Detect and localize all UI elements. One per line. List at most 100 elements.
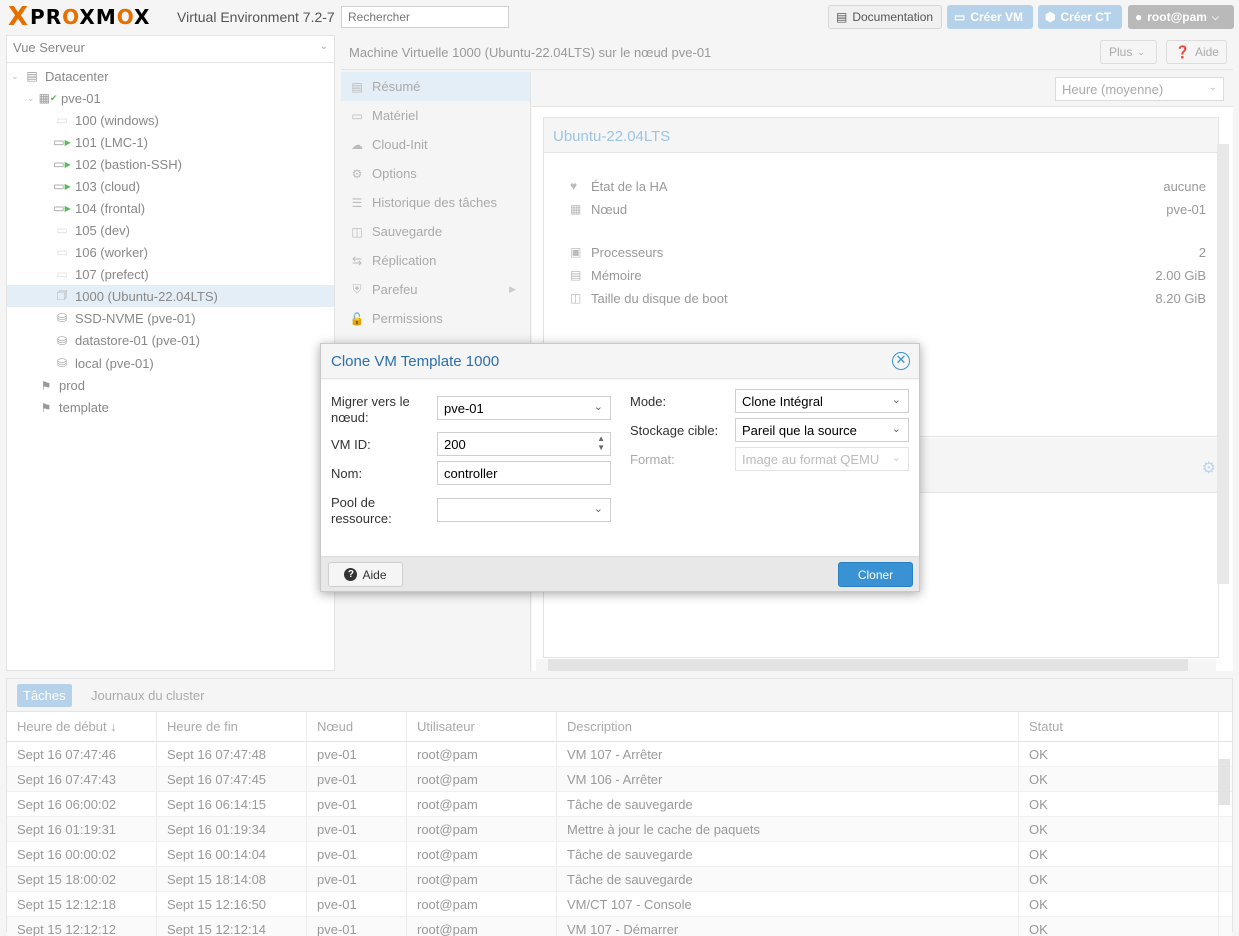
vm-stopped-icon: ▭ (56, 223, 68, 237)
scroll-thumb[interactable] (1217, 144, 1229, 584)
column-start-time[interactable]: Heure de début ↓ (7, 712, 157, 741)
column-status[interactable]: Statut (1019, 712, 1219, 741)
target-storage-label: Stockage cible: (630, 423, 719, 438)
tree-item-template-selected[interactable]: 🗇 1000 (Ubuntu-22.04LTS) (7, 285, 334, 307)
tree-item-vm[interactable]: ▭ ▶ 103 (cloud) (7, 175, 334, 197)
version-label: Virtual Environment 7.2-7 (177, 9, 335, 25)
column-node[interactable]: Nœud (307, 712, 407, 741)
table-row[interactable]: Sept 15 18:00:02 Sept 15 18:14:08 pve-01 ro… (7, 867, 1232, 892)
vm-stopped-icon: ▭ (56, 245, 68, 259)
summary-toolbar: Heure (moyenne) ⌄ (532, 72, 1233, 107)
close-icon[interactable]: ✕ (892, 352, 910, 370)
more-button[interactable]: Plus ⌄ (1100, 40, 1157, 64)
tree-item-vm[interactable]: ▭ 105 (dev) (7, 219, 334, 241)
tree-item-tag[interactable]: ⚑ prod (7, 375, 334, 397)
create-vm-button[interactable]: ▭ Créer VM (947, 5, 1033, 29)
vmid-label: VM ID: (331, 437, 371, 452)
column-end-time[interactable]: Heure de fin (157, 712, 307, 741)
tree-item-storage[interactable]: ⛁ local (pve-01) (7, 352, 334, 375)
tree-item-vm[interactable]: ▭ ▶ 104 (frontal) (7, 197, 334, 219)
table-row[interactable]: Sept 16 01:19:31 Sept 16 01:19:34 pve-01 ro… (7, 817, 1232, 842)
template-icon: 🗇 (56, 287, 68, 302)
monitor-icon: ▭ (954, 10, 966, 24)
table-row[interactable]: Sept 16 07:47:46 Sept 16 07:47:48 pve-01 ro… (7, 742, 1232, 767)
proxmox-logo[interactable]: X PROXMOX (8, 2, 150, 32)
table-row[interactable]: Sept 15 12:12:18 Sept 15 12:16:50 pve-01 ro… (7, 892, 1232, 917)
datacenter-icon: ▤ (26, 69, 38, 83)
name-label: Nom: (331, 466, 363, 481)
tab-cluster-logs[interactable]: Journaux du cluster (85, 684, 210, 707)
nav-item-hardware[interactable]: ▭ Matériel (341, 101, 530, 130)
name-field[interactable]: controller (437, 461, 611, 485)
tree-item-vm[interactable]: ▭ ▶ 102 (bastion-SSH) (7, 153, 334, 175)
nav-item-firewall[interactable]: ⛨ Parefeu ▶ (341, 275, 530, 304)
nav-item-cloud-init[interactable]: ☁ Cloud-Init (341, 130, 530, 159)
tree-item-vm[interactable]: ▭ 106 (worker) (7, 241, 334, 263)
memory-icon: ▤ (570, 268, 582, 282)
create-ct-button[interactable]: ⬢ Créer CT (1038, 5, 1122, 29)
search-input[interactable] (341, 6, 509, 28)
book-icon: ▤ (836, 10, 848, 24)
storage-icon: ⛁ (56, 356, 68, 371)
nav-item-summary[interactable]: ▤ Résumé (341, 72, 530, 101)
tree-item-storage[interactable]: ⛁ SSD-NVME (pve-01) (7, 307, 334, 330)
target-node-select[interactable]: pve-01 ⌄ (437, 396, 611, 420)
table-row[interactable]: Sept 16 07:47:43 Sept 16 07:47:45 pve-01 ro… (7, 767, 1232, 792)
table-row[interactable]: Sept 16 06:00:02 Sept 16 06:14:15 pve-01 ro… (7, 792, 1232, 817)
vertical-scrollbar[interactable] (1217, 114, 1229, 654)
view-selector[interactable]: Vue Serveur ⌄ (7, 36, 334, 63)
user-menu-button[interactable]: ● root@pam ⌵ (1128, 5, 1234, 29)
column-user[interactable]: Utilisateur (407, 712, 557, 741)
tree-item-datacenter[interactable]: ⌄ ▤ Datacenter (7, 65, 334, 87)
dialog-help-button[interactable]: ? Aide (328, 562, 403, 587)
timeframe-select[interactable]: Heure (moyenne) ⌄ (1055, 77, 1224, 101)
tree-item-node[interactable]: ⌄ ▦ ✔ pve-01 (7, 87, 334, 109)
tree-item-vm[interactable]: ▭ ▶ 101 (LMC-1) (7, 131, 334, 153)
nav-item-permissions[interactable]: 🔓 Permissions (341, 304, 530, 333)
scroll-thumb[interactable] (548, 659, 1188, 671)
target-storage-select[interactable]: Pareil que la source ⌄ (735, 418, 909, 442)
tree-item-vm[interactable]: ▭ 100 (windows) (7, 109, 334, 131)
format-label: Format: (630, 452, 675, 467)
logo-x: X (8, 2, 29, 32)
help-button[interactable]: ❓ Aide (1166, 40, 1227, 64)
chevron-down-icon: ⌄ (319, 41, 328, 52)
tree-item-vm[interactable]: ▭ 107 (prefect) (7, 263, 334, 285)
monitor-icon: ▭ (351, 108, 363, 123)
chevron-down-icon: ⌄ (1137, 46, 1145, 57)
dialog-body: Migrer vers le nœud: pve-01 ⌄ VM ID: 200… (321, 380, 919, 556)
chevron-down-icon: ⌄ (593, 503, 603, 515)
tab-tasks[interactable]: Tâches (17, 684, 72, 707)
tasks-scrollbar[interactable] (1218, 743, 1230, 929)
collapse-icon[interactable]: ⌄ (11, 71, 21, 82)
list-icon: ☰ (351, 195, 363, 210)
documentation-button[interactable]: ▤ Documentation (828, 5, 942, 29)
mode-select[interactable]: Clone Intégral ⌄ (735, 389, 909, 413)
nav-item-options[interactable]: ⚙ Options (341, 159, 530, 188)
horizontal-scrollbar[interactable] (536, 659, 1216, 671)
dialog-header: Clone VM Template 1000 ✕ (321, 344, 919, 379)
dialog-title: Clone VM Template 1000 (331, 353, 500, 370)
vm-name-heading: Ubuntu-22.04LTS (544, 118, 1218, 153)
nav-item-backup[interactable]: ◫ Sauvegarde (341, 217, 530, 246)
table-row[interactable]: Sept 16 00:00:02 Sept 16 00:14:04 pve-01 ro… (7, 842, 1232, 867)
scroll-thumb[interactable] (1218, 759, 1230, 805)
ha-state-row: ♥ État de la HA aucune (570, 178, 1206, 194)
resource-pool-select[interactable]: ⌄ (437, 498, 611, 522)
nav-item-task-history[interactable]: ☰ Historique des tâches (341, 188, 530, 217)
column-description[interactable]: Description (557, 712, 1019, 741)
collapse-icon[interactable]: ⌄ (27, 93, 37, 104)
vm-stopped-icon: ▭ (56, 113, 68, 127)
gear-icon[interactable]: ⚙ (1202, 458, 1216, 478)
nav-item-replication[interactable]: ⇆ Réplication (341, 246, 530, 275)
bottom-tabs: Tâches Journaux du cluster (7, 679, 1232, 712)
table-row[interactable]: Sept 15 12:12:12 Sept 15 12:12:14 pve-01 ro… (7, 917, 1232, 936)
tree-item-storage[interactable]: ⛁ datastore-01 (pve-01) (7, 330, 334, 353)
clone-button[interactable]: Cloner (838, 562, 913, 587)
shield-icon: ⛨ (352, 282, 362, 296)
vmid-field[interactable]: 200 ▲ ▼ (437, 432, 611, 456)
question-icon: ❓ (1175, 45, 1190, 59)
spinner-arrows-icon[interactable]: ▲ ▼ (597, 434, 605, 452)
chevron-down-icon: ⌄ (891, 452, 901, 464)
tree-item-tag[interactable]: ⚑ template (7, 397, 334, 419)
